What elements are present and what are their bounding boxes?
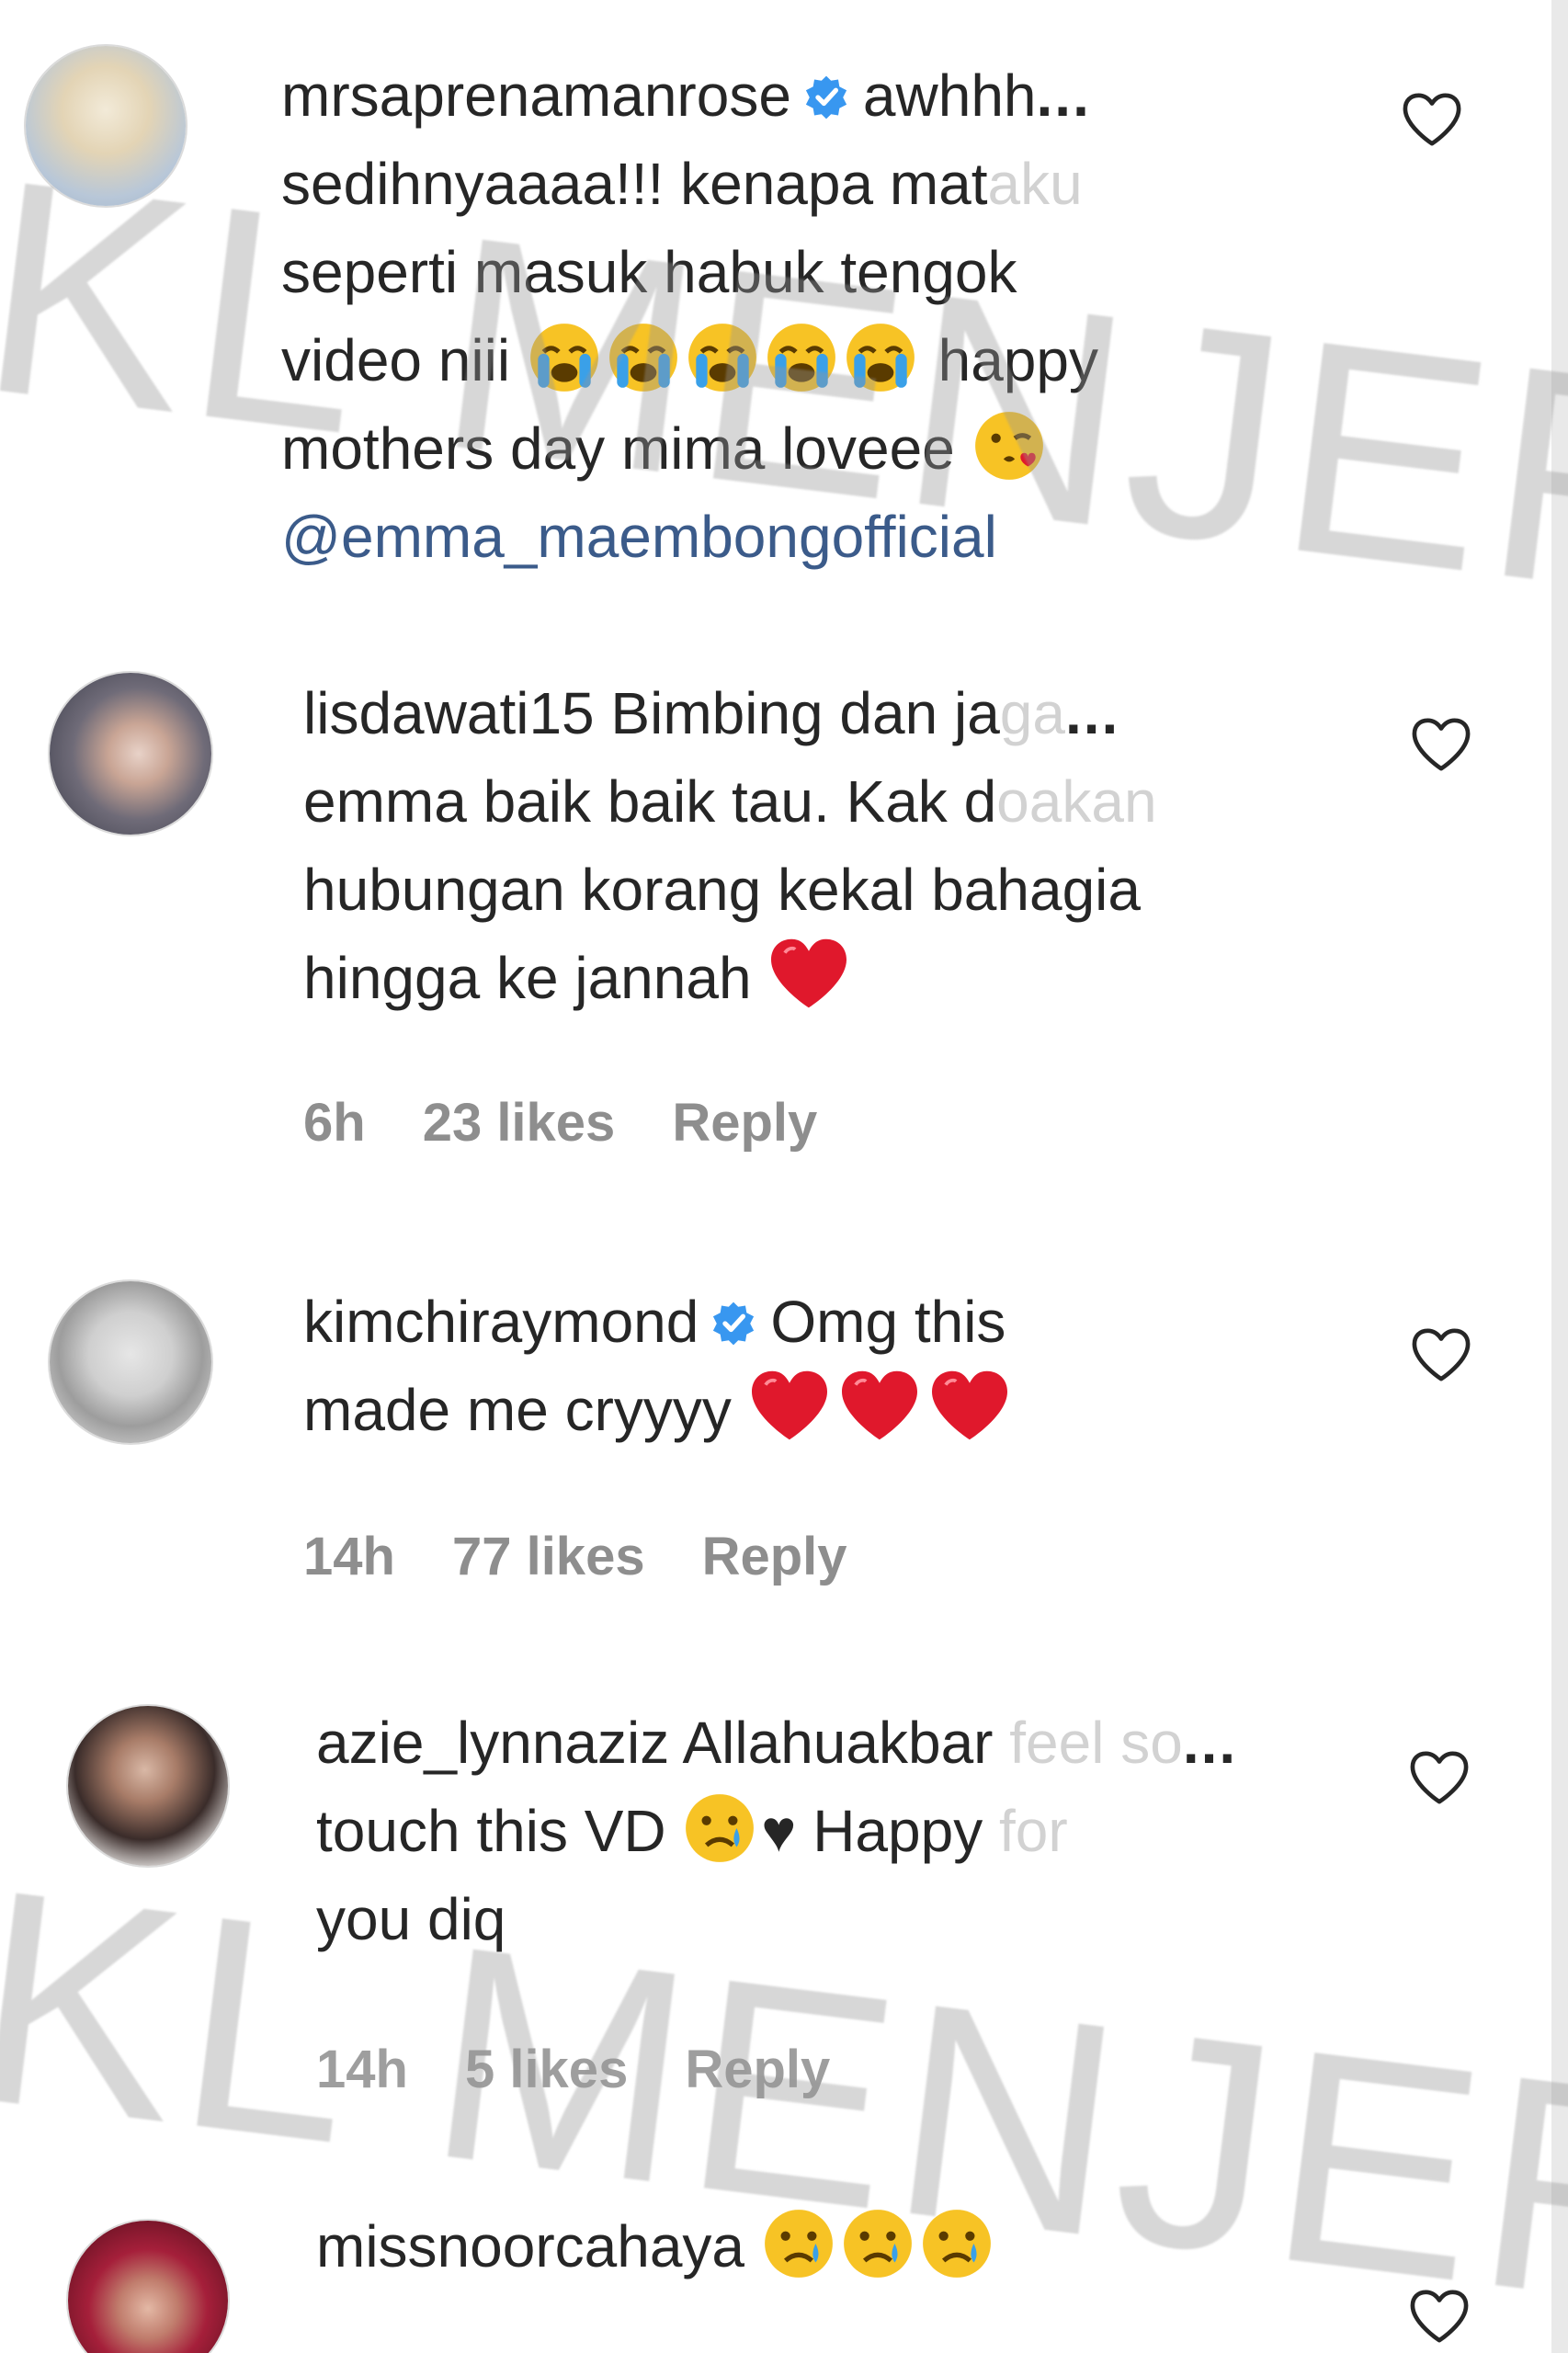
- crying-face-emoji-icon: [608, 324, 677, 392]
- comment-line: sedihnyaaaa!!! kenapa mat: [281, 151, 988, 217]
- reply-button[interactable]: Reply: [702, 1527, 847, 1586]
- crying-face-emoji-icon: [922, 2210, 991, 2278]
- comment-azie-lynnaziz: azie_lynnaziz Allahuakbar feel so... tou…: [0, 1691, 1568, 2123]
- comment-line: you diq: [316, 1886, 506, 1952]
- likes-count[interactable]: 5 likes: [465, 2040, 628, 2099]
- comment-line: touch this VD: [316, 1798, 666, 1864]
- comment-meta: 14h 77 likes Reply: [303, 1526, 904, 1587]
- comment-meta: 6h 23 likes Reply: [303, 1092, 874, 1154]
- comment-line-faded: oakan: [996, 768, 1157, 835]
- like-heart-icon[interactable]: [1406, 2287, 1472, 2346]
- avatar[interactable]: [48, 671, 213, 836]
- reply-button[interactable]: Reply: [672, 1093, 817, 1153]
- comment-missnoorcahaya: missnoorcahaya: [0, 2188, 1568, 2353]
- red-heart-emoji-icon: [931, 1370, 1007, 1440]
- comments-screenshot: mrsaprenamanrose awhhh... sedihnyaaaa!!! …: [0, 0, 1568, 2353]
- like-heart-icon[interactable]: [1406, 1748, 1472, 1807]
- more-button[interactable]: ...: [1183, 1710, 1237, 1776]
- avatar[interactable]: [66, 1704, 230, 1868]
- crying-face-emoji-icon: [843, 2210, 912, 2278]
- comment-text: lisdawati15 Bimbing dan jaga... emma bai…: [303, 669, 1314, 1022]
- more-button[interactable]: ...: [1065, 680, 1119, 746]
- red-heart-emoji-icon: [841, 1370, 917, 1440]
- comment-lisdawati15: lisdawati15 Bimbing dan jaga... emma bai…: [0, 643, 1568, 1195]
- crying-face-emoji-icon: [846, 324, 915, 392]
- crying-face-emoji-icon: [764, 2210, 833, 2278]
- comment-line: Omg this: [770, 1289, 1006, 1355]
- likes-count[interactable]: 77 likes: [452, 1527, 645, 1586]
- comment-line: ♥ Happy: [761, 1798, 983, 1864]
- comment-text: azie_lynnaziz Allahuakbar feel so... tou…: [316, 1699, 1327, 1963]
- avatar[interactable]: [66, 2219, 230, 2353]
- comment-text: missnoorcahaya: [316, 2202, 1327, 2290]
- like-heart-icon[interactable]: [1399, 90, 1465, 149]
- reply-button[interactable]: Reply: [685, 2040, 830, 2099]
- comment-text: mrsaprenamanrose awhhh... sedihnyaaaa!!! …: [281, 51, 1292, 581]
- crying-face-emoji-icon: [529, 324, 598, 392]
- username[interactable]: missnoorcahaya: [316, 2213, 744, 2279]
- kissing-wink-face-emoji-icon: [974, 412, 1043, 480]
- username[interactable]: kimchiraymond: [303, 1289, 699, 1355]
- crying-face-emoji-icon: [767, 324, 835, 392]
- comment-line: hubungan korang kekal bahagia: [303, 857, 1141, 923]
- comment-line: video niii: [281, 327, 511, 393]
- likes-count[interactable]: 23 likes: [423, 1093, 616, 1153]
- comment-mrsaprenamanrose: mrsaprenamanrose awhhh... sedihnyaaaa!!! …: [0, 0, 1568, 607]
- comment-line-faded: feel so: [1009, 1710, 1183, 1776]
- timestamp: 14h: [303, 1527, 395, 1586]
- like-heart-icon[interactable]: [1408, 1325, 1474, 1384]
- comment-line: happy: [937, 327, 1098, 393]
- comment-text: kimchiraymond Omg this made me cryyyy: [303, 1278, 1314, 1454]
- comment-line: emma baik baik tau. Kak d: [303, 768, 997, 835]
- verified-badge-icon: [805, 75, 847, 119]
- comment-line: Allahuakbar: [682, 1710, 994, 1776]
- like-heart-icon[interactable]: [1408, 715, 1474, 774]
- username[interactable]: azie_lynnaziz: [316, 1710, 669, 1776]
- avatar[interactable]: [48, 1279, 213, 1445]
- comment-line-faded: ga: [999, 680, 1065, 746]
- comment-line: made me cryyyy: [303, 1377, 732, 1443]
- timestamp: 14h: [316, 2040, 408, 2099]
- verified-badge-icon: [713, 1302, 755, 1346]
- comment-line: sepe: [281, 239, 409, 305]
- username[interactable]: lisdawati15: [303, 680, 595, 746]
- mention-link[interactable]: @emma_maembongofficial: [281, 504, 997, 570]
- crying-face-emoji-icon: [686, 1794, 755, 1862]
- comment-line: mothers day mima loveee: [281, 415, 955, 482]
- comment-line-faded: aku: [987, 151, 1083, 217]
- username[interactable]: mrsaprenamanrose: [281, 63, 791, 129]
- red-heart-emoji-icon: [751, 1370, 827, 1440]
- crying-face-emoji-icon: [687, 324, 756, 392]
- comment-line: hingga ke jannah: [303, 945, 752, 1011]
- avatar[interactable]: [24, 44, 187, 208]
- comment-kimchiraymond: kimchiraymond Omg this made me cryyyy 14h…: [0, 1259, 1568, 1664]
- red-heart-emoji-icon: [771, 938, 847, 1008]
- comment-line-faded: for: [998, 1798, 1068, 1864]
- comment-line: rti masuk habuk tengok: [408, 239, 1017, 305]
- more-button[interactable]: ...: [1037, 63, 1091, 129]
- comment-meta: 14h 5 likes Reply: [316, 2039, 887, 2100]
- comment-line: awhhh: [862, 63, 1037, 129]
- comment-line: Bimbing dan ja: [610, 680, 1000, 746]
- timestamp: 6h: [303, 1093, 366, 1153]
